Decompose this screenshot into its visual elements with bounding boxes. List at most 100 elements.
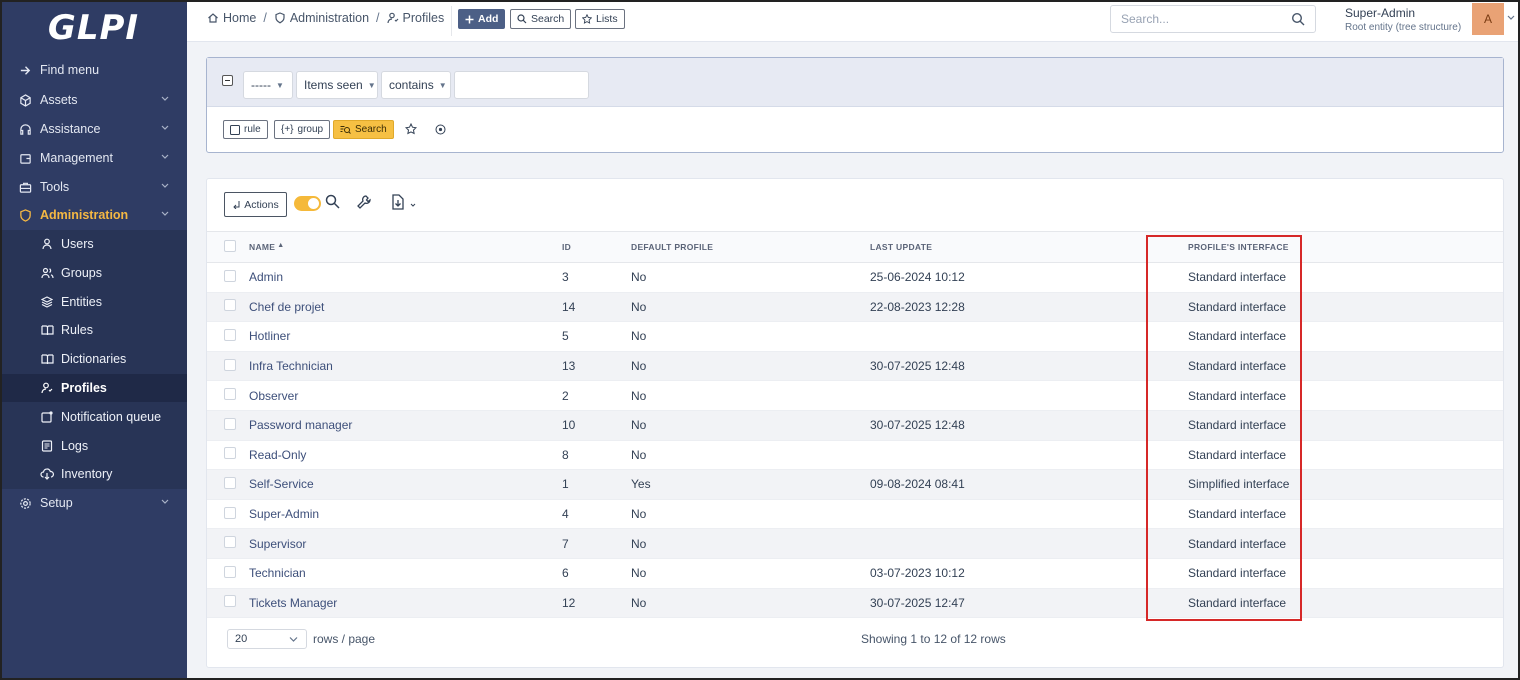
cell-id: 7 [562, 528, 631, 559]
avatar[interactable]: A [1472, 3, 1504, 35]
reset-icon[interactable] [435, 124, 446, 135]
profile-link[interactable]: Read-Only [249, 448, 306, 462]
remove-criteria-icon[interactable] [222, 75, 233, 86]
sidebar-item-tools[interactable]: Tools [0, 173, 187, 201]
cell-default-profile: No [631, 321, 870, 352]
criteria-value-input[interactable] [454, 71, 589, 99]
column-header-last-update[interactable]: LAST UPDATE [870, 231, 1171, 263]
sidebar-item-assistance[interactable]: Assistance [0, 115, 187, 143]
results-card: Actions NAME ▲ ID DEFAULT PROFILE LAST UP… [206, 178, 1504, 668]
profile-link[interactable]: Technician [249, 566, 306, 580]
cell-name: Infra Technician [249, 351, 562, 382]
profile-link[interactable]: Chef de projet [249, 300, 324, 314]
table-row: Tickets Manager 12 No 30-07-2025 12:47 Stand… [207, 588, 1503, 619]
glpi-logo[interactable]: GLPI [0, 0, 187, 56]
caret-down-icon: ▼ [275, 80, 284, 90]
table-row: Admin 3 No 25-06-2024 10:12 Standard interfa… [207, 262, 1503, 293]
lists-button[interactable]: Lists [575, 9, 625, 29]
row-checkbox[interactable] [224, 388, 236, 401]
sidebar-item-assets[interactable]: Assets [0, 86, 187, 114]
search-icon[interactable] [1291, 12, 1305, 26]
cube-icon [18, 93, 32, 107]
row-checkbox[interactable] [224, 476, 236, 489]
braces-icon: {+} [281, 124, 294, 135]
table-row: Super-Admin 4 No Standard interface [207, 499, 1503, 530]
profile-link[interactable]: Hotliner [249, 329, 290, 343]
row-checkbox[interactable] [224, 536, 236, 549]
profile-link[interactable]: Supervisor [249, 537, 306, 551]
profile-link[interactable]: Self-Service [249, 477, 314, 491]
row-checkbox[interactable] [224, 506, 236, 519]
row-checkbox[interactable] [224, 447, 236, 460]
row-select-cell [207, 262, 249, 293]
row-checkbox[interactable] [224, 417, 236, 430]
sidebar-item-administration[interactable]: Administration [0, 201, 187, 229]
display-toggle[interactable] [294, 196, 321, 211]
cell-default-profile: No [631, 528, 870, 559]
row-checkbox[interactable] [224, 358, 236, 371]
criteria-search-button[interactable]: Search [333, 120, 394, 139]
cell-last-update: 25-06-2024 10:12 [870, 262, 1171, 293]
sidebar-item-profiles[interactable]: Profiles [0, 374, 187, 402]
chevron-down-icon [289, 637, 298, 642]
star-icon[interactable] [405, 123, 417, 135]
cell-default-profile: No [631, 351, 870, 382]
headset-icon [18, 122, 32, 136]
search-icon[interactable] [325, 194, 340, 209]
global-search-input[interactable] [1111, 6, 1281, 32]
profile-link[interactable]: Super-Admin [249, 507, 319, 521]
table-row: Password manager 10 No 30-07-2025 12:48 Stan… [207, 410, 1503, 441]
cell-id: 4 [562, 499, 631, 530]
sidebar-item-management[interactable]: Management [0, 144, 187, 172]
sidebar-item-rules[interactable]: Rules [0, 316, 187, 344]
home-icon [208, 13, 218, 23]
profile-link[interactable]: Infra Technician [249, 359, 333, 373]
cell-default-profile: No [631, 262, 870, 293]
chevron-down-icon[interactable] [410, 202, 416, 208]
column-header-default-profile[interactable]: DEFAULT PROFILE [631, 231, 870, 263]
cell-last-update: 03-07-2023 10:12 [870, 558, 1171, 589]
sidebar-item-notification-queue[interactable]: Notification queue [0, 403, 187, 431]
add-group-button[interactable]: {+} group [274, 120, 331, 139]
sidebar-item-label: Dictionaries [61, 352, 127, 366]
breadcrumb-administration[interactable]: Administration [274, 11, 369, 25]
search-button[interactable]: Search [510, 9, 572, 29]
sidebar-item-entities[interactable]: Entities [0, 288, 187, 316]
row-checkbox[interactable] [224, 269, 236, 282]
profile-link[interactable]: Admin [249, 270, 283, 284]
profile-link[interactable]: Observer [249, 389, 298, 403]
cell-name: Super-Admin [249, 499, 562, 530]
row-checkbox[interactable] [224, 595, 236, 608]
column-header-id[interactable]: ID [562, 231, 631, 263]
chevron-down-icon[interactable] [1507, 14, 1515, 22]
actions-button[interactable]: Actions [224, 192, 287, 217]
operator-select[interactable]: contains ▼ [381, 71, 451, 99]
link-select[interactable]: ----- ▼ [243, 71, 293, 99]
sidebar-item-users[interactable]: Users [0, 230, 187, 258]
column-header-name[interactable]: NAME ▲ [249, 231, 562, 263]
sidebar-item-dictionaries[interactable]: Dictionaries [0, 345, 187, 373]
add-button[interactable]: Add [458, 9, 506, 29]
select-all-checkbox[interactable] [224, 240, 236, 252]
rows-per-page-select[interactable]: 20 [227, 629, 307, 649]
breadcrumb-profiles[interactable]: Profiles [386, 11, 444, 25]
wrench-icon[interactable] [356, 194, 372, 210]
row-checkbox[interactable] [224, 328, 236, 341]
sidebar-item-setup[interactable]: Setup [0, 489, 187, 517]
add-rule-button[interactable]: rule [223, 120, 268, 139]
field-select[interactable]: Items seen ▼ [296, 71, 378, 99]
square-plus-icon [230, 124, 240, 135]
profile-link[interactable]: Password manager [249, 418, 352, 432]
sidebar-item-inventory[interactable]: Inventory [0, 460, 187, 488]
breadcrumb-home[interactable]: Home [207, 11, 256, 25]
sidebar-item-logs[interactable]: Logs [0, 432, 187, 460]
row-checkbox[interactable] [224, 565, 236, 578]
sidebar-item-find-menu[interactable]: Find menu [0, 56, 187, 84]
caret-down-icon: ▼ [367, 80, 376, 90]
profile-link[interactable]: Tickets Manager [249, 596, 337, 610]
user-menu[interactable]: Super-Admin Root entity (tree structure) [1345, 6, 1461, 33]
export-icon[interactable] [391, 194, 405, 210]
table-row: Infra Technician 13 No 30-07-2025 12:48 Stan… [207, 351, 1503, 382]
row-checkbox[interactable] [224, 299, 236, 312]
sidebar-item-groups[interactable]: Groups [0, 259, 187, 287]
